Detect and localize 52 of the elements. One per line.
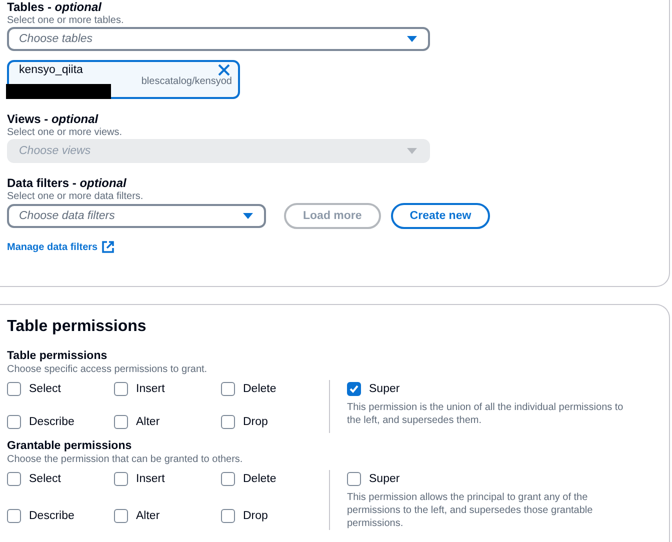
token-label: kensyo_qiita	[19, 64, 83, 76]
caret-icon	[406, 147, 418, 155]
checkbox[interactable]	[114, 472, 128, 486]
external-link-icon	[102, 241, 114, 253]
checkbox-label: Delete	[243, 473, 276, 485]
permission-description: This permission is the union of all the individual permissions to the left, and supersedes them.	[347, 401, 624, 427]
checkbox-label: Drop	[243, 510, 268, 522]
field-description: Select one or more views.	[7, 126, 124, 139]
checkbox[interactable]	[347, 382, 361, 396]
checkbox[interactable]	[7, 382, 21, 396]
checkbox[interactable]	[114, 382, 128, 396]
checkbox-label: Super	[369, 473, 400, 485]
section-title: Table permissions	[7, 317, 148, 337]
field-label: Tables - optional	[7, 0, 103, 14]
checkbox-label: Insert	[136, 383, 165, 395]
checkbox-label: Delete	[243, 383, 276, 395]
checkbox-label: Select	[29, 383, 61, 395]
checkbox-label: Drop	[243, 416, 268, 428]
group-description: Choose the permission that can be granted to others.	[7, 453, 244, 466]
checkbox[interactable]	[114, 415, 128, 429]
group-description: Choose specific access permissions to grant.	[7, 363, 208, 376]
checkbox-label: Describe	[29, 510, 74, 522]
checkbox-label: Alter	[136, 416, 160, 428]
checkbox-label: Insert	[136, 473, 165, 485]
checkbox[interactable]	[221, 508, 235, 522]
field-label: Data filters - optional	[7, 176, 128, 190]
checkbox[interactable]	[221, 415, 235, 429]
checkbox[interactable]	[347, 472, 361, 486]
checkbox[interactable]	[7, 508, 21, 522]
field-description: Select one or more tables.	[7, 14, 125, 27]
token-detail: blescatalog/kensyod	[140, 76, 232, 87]
checkbox[interactable]	[221, 382, 235, 396]
checkbox[interactable]	[7, 415, 21, 429]
caret-icon	[242, 212, 254, 220]
checkbox-label: Super	[369, 383, 400, 395]
caret-icon	[406, 35, 418, 43]
action-button[interactable]: Create new	[390, 203, 490, 229]
close-icon[interactable]	[218, 64, 230, 76]
checkbox-label: Alter	[136, 510, 160, 522]
checkbox[interactable]	[7, 472, 21, 486]
field-label: Views - optional	[7, 112, 100, 126]
group-title: Grantable permissions	[7, 439, 133, 453]
checkbox-label: Describe	[29, 416, 74, 428]
group-title: Table permissions	[7, 349, 108, 363]
permission-description: This permission allows the principal to grant any of the permissions to the left, and supersedes those grantable permissions.	[347, 491, 594, 530]
checkbox-label: Select	[29, 473, 61, 485]
manage-link[interactable]: Manage data filters	[7, 241, 114, 253]
field-description: Select one or more data filters.	[7, 190, 144, 203]
checkbox[interactable]	[221, 472, 235, 486]
dropdown[interactable]: Choose tables	[7, 27, 430, 51]
checkbox[interactable]	[114, 508, 128, 522]
dropdown[interactable]: Choose data filters	[7, 204, 266, 228]
